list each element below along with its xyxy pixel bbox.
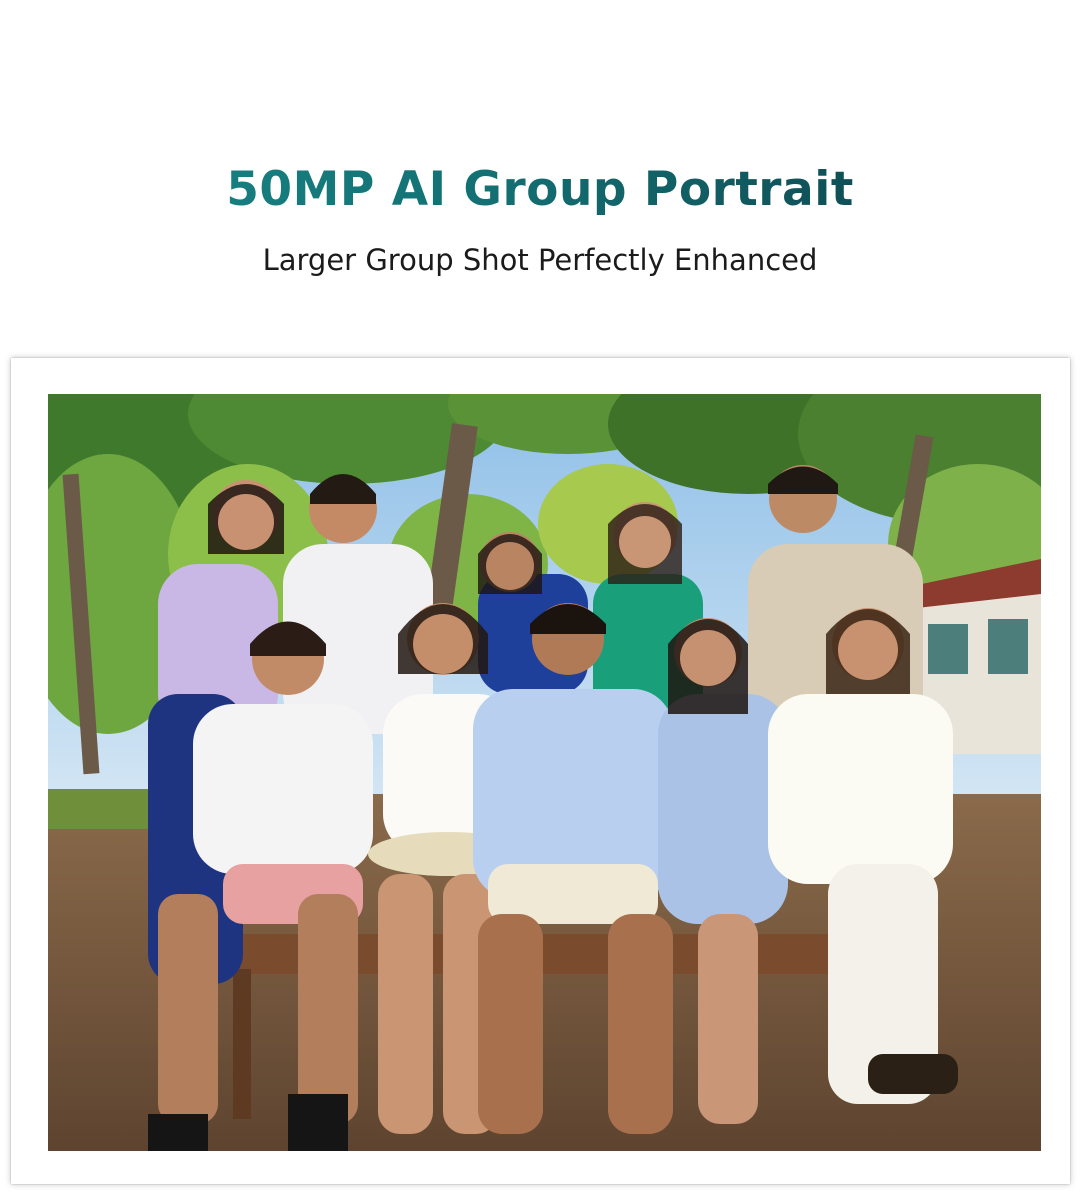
group-portrait-illustration [48,394,1041,1151]
photo-frame [11,358,1070,1184]
page: 50MP AI Group Portrait Larger Group Shot… [0,0,1080,1197]
page-subtitle: Larger Group Shot Perfectly Enhanced [262,243,818,277]
page-title: 50MP AI Group Portrait [0,158,1080,222]
group-portrait-photo [48,394,1041,1151]
